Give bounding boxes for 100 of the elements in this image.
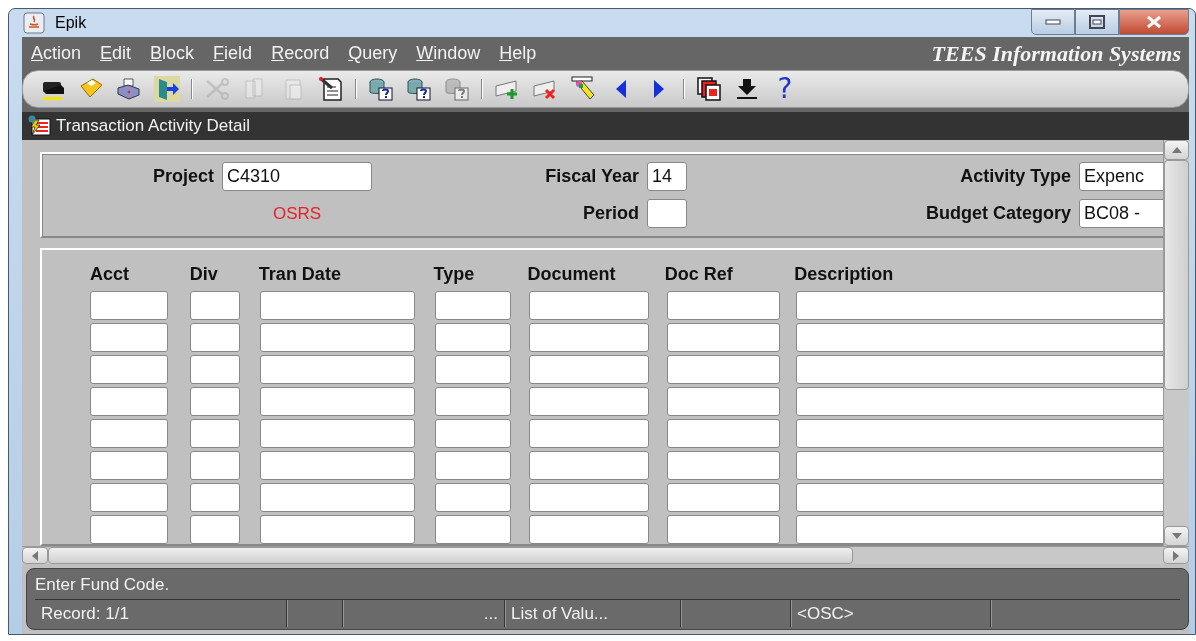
table-field[interactable] xyxy=(529,355,649,384)
field-label: Project xyxy=(151,165,215,188)
table-field[interactable] xyxy=(666,323,781,352)
left-arrow-icon xyxy=(31,549,39,562)
table-field[interactable] xyxy=(434,515,512,544)
table-field[interactable] xyxy=(529,451,649,480)
table-field[interactable] xyxy=(796,483,1163,512)
menu-item[interactable]: Record xyxy=(271,40,330,67)
fiscal-year-field[interactable]: 14 xyxy=(647,162,687,191)
table-field[interactable] xyxy=(190,483,241,512)
table-field[interactable] xyxy=(90,451,169,480)
table-field[interactable] xyxy=(529,291,649,320)
close-icon xyxy=(1145,15,1163,29)
table-field[interactable] xyxy=(260,387,415,416)
table-field[interactable] xyxy=(190,355,241,384)
table-field[interactable] xyxy=(434,419,512,448)
table-field[interactable] xyxy=(190,451,241,480)
list-of-values-indicator: List of Valu... xyxy=(511,602,608,625)
column-header: Tran Date xyxy=(258,263,342,286)
minimize-button[interactable] xyxy=(1031,9,1075,35)
table-field[interactable] xyxy=(796,451,1163,480)
mode-indicator: <OSC> xyxy=(797,602,854,625)
scrollbar-thumb[interactable] xyxy=(1164,160,1189,390)
table-field[interactable] xyxy=(529,419,649,448)
table-field[interactable] xyxy=(666,483,781,512)
help-button[interactable]: ? xyxy=(771,75,799,103)
scrollbar-thumb[interactable] xyxy=(48,547,853,564)
database-query-icon[interactable] xyxy=(405,75,433,103)
table-field[interactable] xyxy=(796,323,1163,352)
table-field[interactable] xyxy=(90,291,169,320)
table-field[interactable] xyxy=(529,323,649,352)
table-field[interactable] xyxy=(796,291,1163,320)
table-field[interactable] xyxy=(434,291,512,320)
table-field[interactable] xyxy=(260,451,415,480)
table-field[interactable] xyxy=(796,355,1163,384)
menu-item[interactable]: Query xyxy=(348,40,398,67)
table-field[interactable] xyxy=(529,515,649,544)
table-field[interactable] xyxy=(796,515,1163,544)
right-arrow-icon xyxy=(1172,549,1180,562)
documents-icon[interactable] xyxy=(695,75,723,103)
menu-item[interactable]: Help xyxy=(499,40,537,67)
table-field[interactable] xyxy=(260,483,415,512)
table-field[interactable] xyxy=(666,387,781,416)
table-field[interactable] xyxy=(260,291,415,320)
table-field[interactable] xyxy=(90,483,169,512)
table-field[interactable] xyxy=(434,323,512,352)
table-field[interactable] xyxy=(90,387,169,416)
table-field[interactable] xyxy=(260,323,415,352)
table-field[interactable] xyxy=(190,419,241,448)
table-field[interactable] xyxy=(434,387,512,416)
table-field[interactable] xyxy=(90,515,169,544)
table-field[interactable] xyxy=(666,419,781,448)
close-button[interactable] xyxy=(1119,9,1189,35)
form-title: Transaction Activity Detail xyxy=(56,115,250,138)
scroll-right-button[interactable] xyxy=(1163,547,1189,564)
table-field[interactable] xyxy=(90,419,169,448)
menu-item[interactable]: Window xyxy=(416,40,481,67)
table-field[interactable] xyxy=(434,451,512,480)
table-field[interactable] xyxy=(529,387,649,416)
exit-icon[interactable] xyxy=(153,75,181,103)
table-field[interactable] xyxy=(260,515,415,544)
budget-category-field[interactable]: BC08 - xyxy=(1079,199,1163,228)
table-field[interactable] xyxy=(796,419,1163,448)
table-field[interactable] xyxy=(434,483,512,512)
database-query-icon[interactable] xyxy=(367,75,395,103)
table-field[interactable] xyxy=(90,323,169,352)
activity-type-field[interactable]: Expenc xyxy=(1079,162,1163,191)
scroll-left-button[interactable] xyxy=(22,547,48,564)
field-label: Fiscal Year xyxy=(544,165,640,188)
table-field[interactable] xyxy=(666,451,781,480)
table-field[interactable] xyxy=(666,515,781,544)
table-field[interactable] xyxy=(666,291,781,320)
table-field[interactable] xyxy=(190,387,241,416)
table-field[interactable] xyxy=(190,515,241,544)
maximize-button[interactable] xyxy=(1075,9,1119,35)
up-arrow-icon xyxy=(1170,146,1183,154)
menu-item[interactable]: Field xyxy=(213,40,253,67)
table-field[interactable] xyxy=(260,419,415,448)
field-label: Period xyxy=(582,202,640,225)
table-field[interactable] xyxy=(434,355,512,384)
maximize-icon xyxy=(1089,15,1105,29)
scroll-up-button[interactable] xyxy=(1164,140,1189,160)
table-field[interactable] xyxy=(260,355,415,384)
table-field[interactable] xyxy=(190,323,241,352)
menu-item[interactable]: Action xyxy=(31,40,82,67)
edit-icon[interactable] xyxy=(317,75,345,103)
table-field[interactable] xyxy=(666,355,781,384)
brand-title: TEES Information Systems xyxy=(931,40,1181,68)
period-field[interactable] xyxy=(647,199,687,228)
menu-item[interactable]: Edit xyxy=(100,40,132,67)
column-header: Type xyxy=(433,263,476,286)
table-field[interactable] xyxy=(796,387,1163,416)
menu-item[interactable]: Block xyxy=(150,40,195,67)
minimize-icon xyxy=(1045,19,1061,25)
table-field[interactable] xyxy=(90,355,169,384)
field-label: Budget Category xyxy=(925,202,1072,225)
table-field[interactable] xyxy=(529,483,649,512)
scroll-down-button[interactable] xyxy=(1164,526,1189,546)
project-field[interactable]: C4310 xyxy=(222,162,372,191)
table-field[interactable] xyxy=(190,291,241,320)
